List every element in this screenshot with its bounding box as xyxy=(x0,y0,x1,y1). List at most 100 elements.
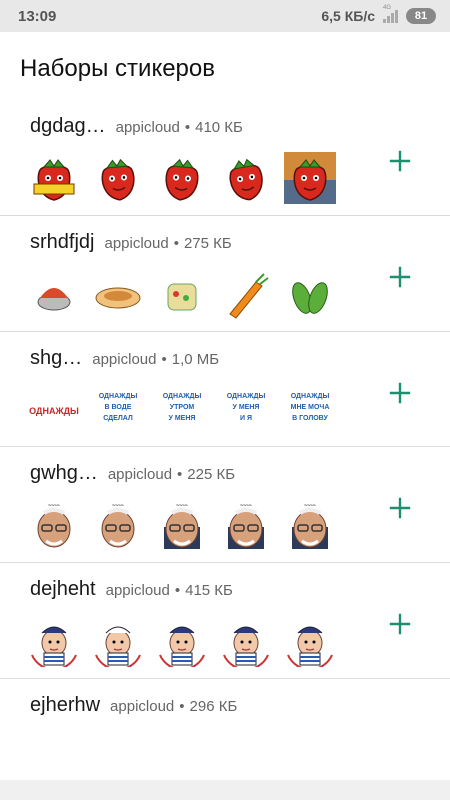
pack-header: shg… appicloud • 1,0 МБ xyxy=(30,347,219,370)
svg-text:У МЕНЯ: У МЕНЯ xyxy=(233,404,260,411)
pack-header: srhdfjdj appicloud • 275 КБ xyxy=(30,231,232,254)
pack-size: 415 КБ xyxy=(185,582,233,599)
separator-dot: • xyxy=(174,582,181,599)
pack-name: srhdfjdj xyxy=(30,231,95,253)
pack-name: dejheht xyxy=(30,578,96,600)
svg-text:СДЕЛАЛ: СДЕЛАЛ xyxy=(103,415,133,422)
pack-author: appicloud xyxy=(115,119,180,136)
sticker-preview-strip xyxy=(28,268,336,320)
pack-header: dejheht appicloud • 415 КБ xyxy=(30,578,233,601)
plus-icon xyxy=(389,382,411,404)
svg-text:~~~~: ~~~~ xyxy=(112,503,124,509)
sticker-thumbnail: ОДНАЖДЫ У МЕНЯ И Я xyxy=(220,384,272,436)
svg-text:В ВОДЕ: В ВОДЕ xyxy=(105,404,132,411)
sticker-thumbnail xyxy=(92,152,144,204)
sticker-pack-row[interactable]: gwhg… appicloud • 225 КБ ~~~~ ~~~~ ~~~~ ~~~… xyxy=(0,447,450,563)
page-title: Наборы стикеров xyxy=(20,55,215,82)
pack-size: 1,0 МБ xyxy=(171,351,220,368)
plus-icon xyxy=(389,613,411,635)
pack-meta: appicloud • 1,0 МБ xyxy=(92,351,219,368)
sticker-thumbnail xyxy=(156,615,208,667)
sticker-preview-strip: ~~~~ ~~~~ ~~~~ ~~~~ ~~~~ xyxy=(28,499,336,551)
separator-dot: • xyxy=(179,698,185,715)
sticker-preview-strip xyxy=(28,152,336,204)
plus-icon xyxy=(389,266,411,288)
svg-text:МНЕ МОЧА: МНЕ МОЧА xyxy=(291,404,330,411)
status-right: 6,5 КБ/с 4G 81 xyxy=(321,5,436,24)
sticker-preview-strip: ОДНАЖДЫ ОДНАЖДЫ В ВОДЕ СДЕЛАЛ ОДНАЖДЫ УТРОМ У … xyxy=(28,384,336,436)
status-time: 13:09 xyxy=(18,7,57,25)
svg-text:В ГОЛОВУ: В ГОЛОВУ xyxy=(292,415,328,422)
pack-meta: appicloud • 275 КБ xyxy=(104,235,231,252)
pack-author: appicloud xyxy=(105,582,170,599)
svg-text:~~~~: ~~~~ xyxy=(304,503,316,509)
sticker-preview-strip xyxy=(28,615,336,667)
svg-text:~~~~: ~~~~ xyxy=(176,503,188,509)
sticker-thumbnail xyxy=(220,268,272,320)
sticker-pack-row[interactable]: dgdag… appicloud • 410 КБ xyxy=(0,100,450,216)
plus-icon xyxy=(389,150,411,172)
sticker-pack-row[interactable]: dejheht appicloud • 415 КБ xyxy=(0,563,450,679)
pack-name: shg… xyxy=(30,347,83,369)
sticker-thumbnail xyxy=(28,152,80,204)
sticker-thumbnail: ОДНАЖДЫ МНЕ МОЧА В ГОЛОВУ xyxy=(284,384,336,436)
separator-dot: • xyxy=(177,466,183,483)
sticker-thumbnail xyxy=(156,152,208,204)
svg-text:ОДНАЖДЫ: ОДНАЖДЫ xyxy=(99,393,138,400)
sticker-thumbnail: ~~~~ xyxy=(284,499,336,551)
pack-size: 296 КБ xyxy=(189,698,238,715)
sticker-thumbnail: ОДНАЖДЫ В ВОДЕ СДЕЛАЛ xyxy=(92,384,144,436)
add-pack-button[interactable] xyxy=(386,494,414,522)
svg-text:~~~~: ~~~~ xyxy=(240,503,252,509)
pack-size: 410 КБ xyxy=(195,119,243,136)
add-pack-button[interactable] xyxy=(386,379,414,407)
plus-icon xyxy=(389,497,411,519)
pack-size: 225 КБ xyxy=(187,466,236,483)
sticker-pack-row[interactable]: srhdfjdj appicloud • 275 КБ xyxy=(0,216,450,332)
pack-name: ejherhw xyxy=(30,694,101,716)
sticker-thumbnail xyxy=(220,152,272,204)
signal-icon: 4G xyxy=(383,5,398,23)
svg-text:УТРОМ: УТРОМ xyxy=(170,404,195,411)
svg-text:И Я: И Я xyxy=(240,415,252,422)
sticker-thumbnail xyxy=(156,268,208,320)
svg-text:ОДНАЖДЫ: ОДНАЖДЫ xyxy=(29,406,79,416)
pack-size: 275 КБ xyxy=(183,235,232,252)
sticker-thumbnail xyxy=(92,615,144,667)
svg-text:У МЕНЯ: У МЕНЯ xyxy=(169,415,196,422)
add-pack-button[interactable] xyxy=(386,263,414,291)
separator-dot: • xyxy=(184,119,191,136)
sticker-thumbnail: ОДНАЖДЫ УТРОМ У МЕНЯ xyxy=(156,384,208,436)
sticker-thumbnail: ~~~~ xyxy=(156,499,208,551)
pack-meta: appicloud • 410 КБ xyxy=(116,119,243,136)
pack-author: appicloud xyxy=(110,698,175,715)
sticker-thumbnail xyxy=(28,615,80,667)
pack-name: gwhg… xyxy=(30,462,98,484)
battery-icon: 81 xyxy=(406,8,436,24)
bottom-bar xyxy=(0,780,450,800)
pack-author: appicloud xyxy=(104,235,169,252)
status-bar: 13:09 6,5 КБ/с 4G 81 xyxy=(0,0,450,32)
pack-meta: appicloud • 415 КБ xyxy=(106,582,233,599)
add-pack-button[interactable] xyxy=(386,147,414,175)
sticker-thumbnail: ~~~~ xyxy=(28,499,80,551)
pack-header: ejherhw appicloud • 296 КБ xyxy=(30,694,237,717)
pack-author: appicloud xyxy=(92,351,157,368)
network-speed: 6,5 КБ/с xyxy=(321,8,375,24)
sticker-pack-row[interactable]: shg… appicloud • 1,0 МБ ОДНАЖДЫ ОДНАЖДЫ В ВОДЕ… xyxy=(0,332,450,447)
svg-text:ОДНАЖДЫ: ОДНАЖДЫ xyxy=(227,393,266,400)
pack-author: appicloud xyxy=(107,466,173,483)
svg-text:ОДНАЖДЫ: ОДНАЖДЫ xyxy=(163,393,202,400)
pack-header: gwhg… appicloud • 225 КБ xyxy=(30,462,235,485)
sticker-thumbnail xyxy=(284,152,336,204)
sticker-thumbnail: ~~~~ xyxy=(220,499,272,551)
separator-dot: • xyxy=(173,235,179,252)
pack-meta: appicloud • 296 КБ xyxy=(110,698,237,715)
add-pack-button[interactable] xyxy=(386,610,414,638)
sticker-thumbnail xyxy=(284,268,336,320)
sticker-thumbnail: ОДНАЖДЫ xyxy=(28,384,80,436)
separator-dot: • xyxy=(161,351,167,368)
sticker-thumbnail xyxy=(220,615,272,667)
sticker-thumbnail: ~~~~ xyxy=(92,499,144,551)
sticker-thumbnail xyxy=(92,268,144,320)
